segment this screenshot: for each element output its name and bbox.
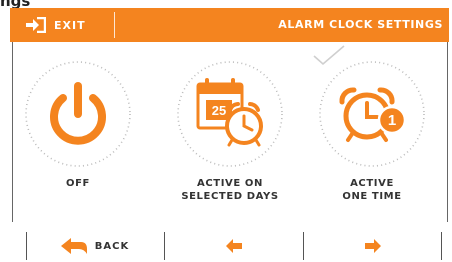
exit-button[interactable]: EXIT [10, 8, 114, 42]
option-off[interactable]: OFF [12, 58, 144, 218]
next-button[interactable] [305, 230, 441, 262]
option-selected-days-label: ACTIVE ON SELECTED DAYS [181, 178, 279, 202]
header-divider [114, 12, 115, 38]
header-bar: EXIT ALARM CLOCK SETTINGS [10, 8, 449, 42]
option-selected-days[interactable]: 25 ACTIVE ON SELECTED DAYS [164, 58, 296, 218]
option-off-label: OFF [66, 178, 90, 189]
arrow-left-icon [226, 239, 242, 253]
option-one-time[interactable]: 1 ACTIVE ONE TIME [306, 58, 438, 218]
power-icon [25, 61, 131, 167]
back-arrow-icon [60, 238, 87, 254]
bottom-nav: BACK [0, 230, 452, 262]
arrow-right-icon [365, 239, 381, 253]
calendar-alarm-icon: 25 [177, 61, 283, 167]
nav-separator [26, 232, 27, 260]
exit-icon [26, 17, 46, 33]
screen-title: ALARM CLOCK SETTINGS [278, 18, 443, 31]
nav-separator [441, 232, 442, 260]
nav-separator [303, 232, 304, 260]
page-heading-fragment: ngs [0, 0, 120, 8]
frame-right-border [447, 42, 448, 222]
calendar-day-number: 25 [212, 103, 226, 118]
option-one-time-label: ACTIVE ONE TIME [342, 178, 402, 202]
nav-separator [164, 232, 165, 260]
back-button[interactable]: BACK [28, 230, 162, 262]
back-label: BACK [94, 240, 130, 252]
alarm-one-time-icon: 1 [319, 61, 425, 167]
exit-label: EXIT [54, 18, 86, 32]
one-time-badge: 1 [388, 112, 396, 129]
previous-button[interactable] [166, 230, 302, 262]
